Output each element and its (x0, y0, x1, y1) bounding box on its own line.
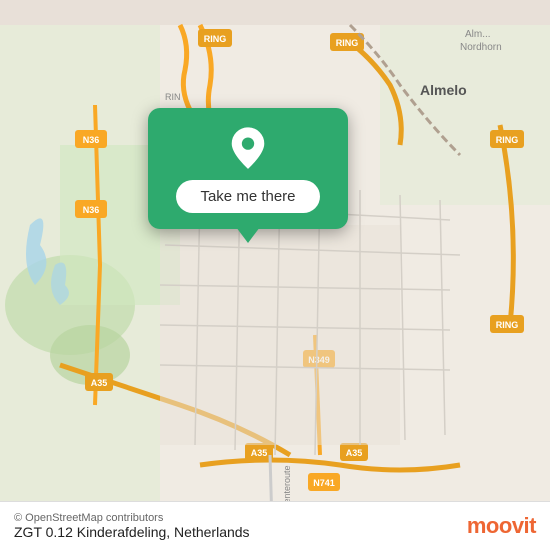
map-popup: Take me there (148, 108, 348, 229)
map-background: N36 N36 A35 A35 A35 RING RING RING RING … (0, 0, 550, 550)
svg-text:RING: RING (336, 38, 359, 48)
svg-text:Nordhorn: Nordhorn (460, 42, 502, 53)
svg-text:N741: N741 (313, 478, 335, 488)
bottom-bar: © OpenStreetMap contributors ZGT 0.12 Ki… (0, 501, 550, 550)
svg-text:Almelo: Almelo (420, 82, 467, 98)
location-title: ZGT 0.12 Kinderafdeling, Netherlands (14, 524, 250, 540)
location-pin-icon (226, 126, 270, 170)
svg-text:RIN: RIN (165, 92, 181, 102)
moovit-logo: moovit (467, 513, 536, 539)
svg-text:RING: RING (496, 135, 519, 145)
svg-text:N36: N36 (83, 205, 100, 215)
take-me-there-button[interactable]: Take me there (176, 180, 319, 213)
svg-text:Alm...: Alm... (465, 29, 491, 40)
svg-text:A35: A35 (91, 378, 108, 388)
moovit-logo-text: moovit (467, 513, 536, 539)
svg-text:A35: A35 (251, 448, 268, 458)
osm-credit: © OpenStreetMap contributors (14, 512, 250, 524)
svg-text:N36: N36 (83, 135, 100, 145)
svg-text:A35: A35 (346, 448, 363, 458)
svg-text:RING: RING (496, 320, 519, 330)
location-info: © OpenStreetMap contributors ZGT 0.12 Ki… (14, 512, 250, 540)
map-container: N36 N36 A35 A35 A35 RING RING RING RING … (0, 0, 550, 550)
svg-text:RING: RING (204, 34, 227, 44)
